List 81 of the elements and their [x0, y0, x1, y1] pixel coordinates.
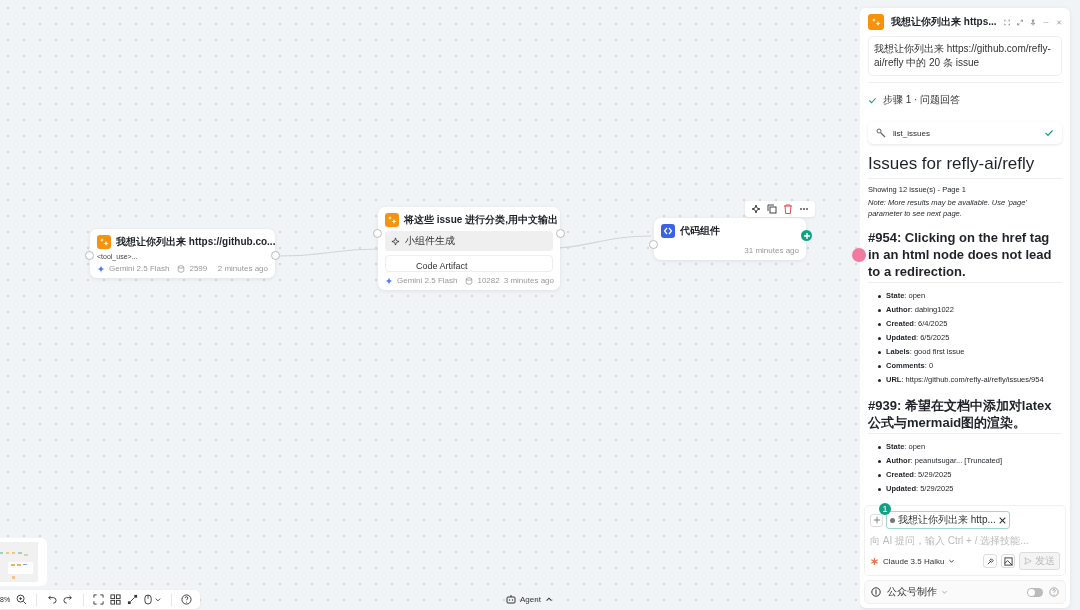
issue-heading: #954: Clicking on the href tag in an html node does not lead to a redirection.: [868, 229, 1062, 283]
fullscreen-icon[interactable]: [1003, 17, 1010, 27]
add-icon[interactable]: [801, 230, 812, 241]
help-icon[interactable]: [181, 594, 193, 605]
bullet-icon: [878, 294, 881, 298]
artifact-card[interactable]: Code Artifact: [385, 255, 553, 272]
heading: Issues for refly-ai/refly: [868, 154, 1062, 179]
node-title: 将这些 issue 进行分类,用中文输出: [404, 213, 558, 227]
bullet-icon: [878, 350, 881, 354]
info-icon: [871, 587, 881, 597]
caret-icon: [941, 588, 948, 596]
floating-avatar-icon[interactable]: [852, 248, 866, 262]
sparkle-icon: [868, 14, 884, 30]
zoom-in-icon[interactable]: [16, 594, 28, 605]
panel-title: 我想让你列出来 https...: [891, 15, 997, 29]
bullet-icon: [878, 445, 881, 449]
question-bubble: 我想让你列出来 https://github.com/refly-ai/refly 中的 20 条 issue: [868, 36, 1062, 76]
node-title: 我想让你列出来 https://github.co...: [116, 235, 276, 249]
sparkle-icon[interactable]: [751, 204, 761, 214]
timestamp: 2 minutes ago: [217, 264, 268, 273]
bullet-icon: [878, 378, 881, 382]
check-icon: [868, 95, 877, 105]
sparkle-icon: [385, 213, 399, 227]
sparkle-icon: [391, 236, 400, 246]
artifact-title: Code Artifact: [416, 261, 468, 271]
model-name: Gemini 2.5 Flash: [109, 264, 170, 273]
minimap-drawing: [0, 542, 38, 582]
copy-icon[interactable]: [767, 204, 777, 214]
bullet-icon: [878, 364, 881, 368]
node-title: 代码组件: [680, 224, 720, 238]
bullet-icon: [878, 308, 881, 312]
bullet-icon: [878, 336, 881, 340]
bullet-icon: [878, 322, 881, 326]
close-icon[interactable]: [998, 516, 1006, 524]
model-selector[interactable]: Claude 3.5 Haiku: [870, 556, 956, 566]
node-card[interactable]: 代码组件 31 minutes ago: [654, 218, 806, 260]
asterisk-icon: [870, 556, 879, 566]
delete-icon[interactable]: [783, 204, 793, 214]
code-icon: [661, 224, 675, 238]
caret-icon: [544, 595, 553, 603]
undo-icon[interactable]: [46, 594, 58, 605]
action-chip[interactable]: 小组件生成: [385, 231, 553, 251]
model-name: Gemini 2.5 Flash: [397, 276, 458, 285]
expand-icon[interactable]: [1016, 17, 1023, 27]
token-count: 2599: [189, 264, 208, 273]
timestamp: 3 minutes ago: [503, 276, 554, 285]
image-icon: [1003, 556, 1013, 566]
issue-heading: #939: 希望在文档中添加对latex公式与mermaid图的渲染。: [868, 397, 1062, 434]
pin-icon[interactable]: [1029, 17, 1036, 27]
node-card[interactable]: 将这些 issue 进行分类,用中文输出 小组件生成 Code Artifact Gemini 2.5 Flash 10282 3 minutes ago: [378, 207, 560, 290]
bullet-icon: [878, 473, 881, 477]
send-icon: [1024, 557, 1032, 565]
robot-icon: [506, 594, 516, 604]
toggle-switch[interactable]: [1027, 587, 1043, 597]
mouse-icon[interactable]: [144, 594, 163, 605]
chip-label: 我想让你列出来 http...: [898, 513, 996, 527]
token-count: 10282: [477, 276, 500, 285]
tool-name: list_issues: [893, 128, 931, 138]
count-badge: 1: [879, 503, 891, 515]
gemini-icon: [97, 264, 105, 273]
add-context-button[interactable]: [870, 513, 883, 527]
database-icon: [177, 264, 186, 273]
arrange-icon[interactable]: [127, 594, 139, 605]
agent-button[interactable]: Agent: [503, 592, 556, 606]
image-button[interactable]: [1001, 554, 1015, 568]
fit-view-icon[interactable]: [93, 594, 105, 605]
caret-icon: [948, 557, 956, 565]
wrench-icon: [876, 128, 886, 138]
tool-call-card[interactable]: list_issues: [868, 122, 1062, 144]
bullet-icon: [878, 487, 881, 491]
tools-button[interactable]: [983, 554, 997, 568]
database-icon: [465, 276, 474, 285]
wrench-icon: [985, 556, 995, 566]
context-chip[interactable]: 我想让你列出来 http...: [886, 511, 1010, 529]
mode-selector[interactable]: 公众号制作: [887, 585, 948, 599]
step-label: 步骤 1 · 问题回答: [883, 93, 961, 107]
gemini-icon: [385, 276, 393, 285]
bullet-icon: [878, 459, 881, 463]
layout-icon[interactable]: [110, 594, 122, 605]
sparkle-icon: [97, 235, 111, 249]
timestamp: 31 minutes ago: [744, 246, 799, 255]
